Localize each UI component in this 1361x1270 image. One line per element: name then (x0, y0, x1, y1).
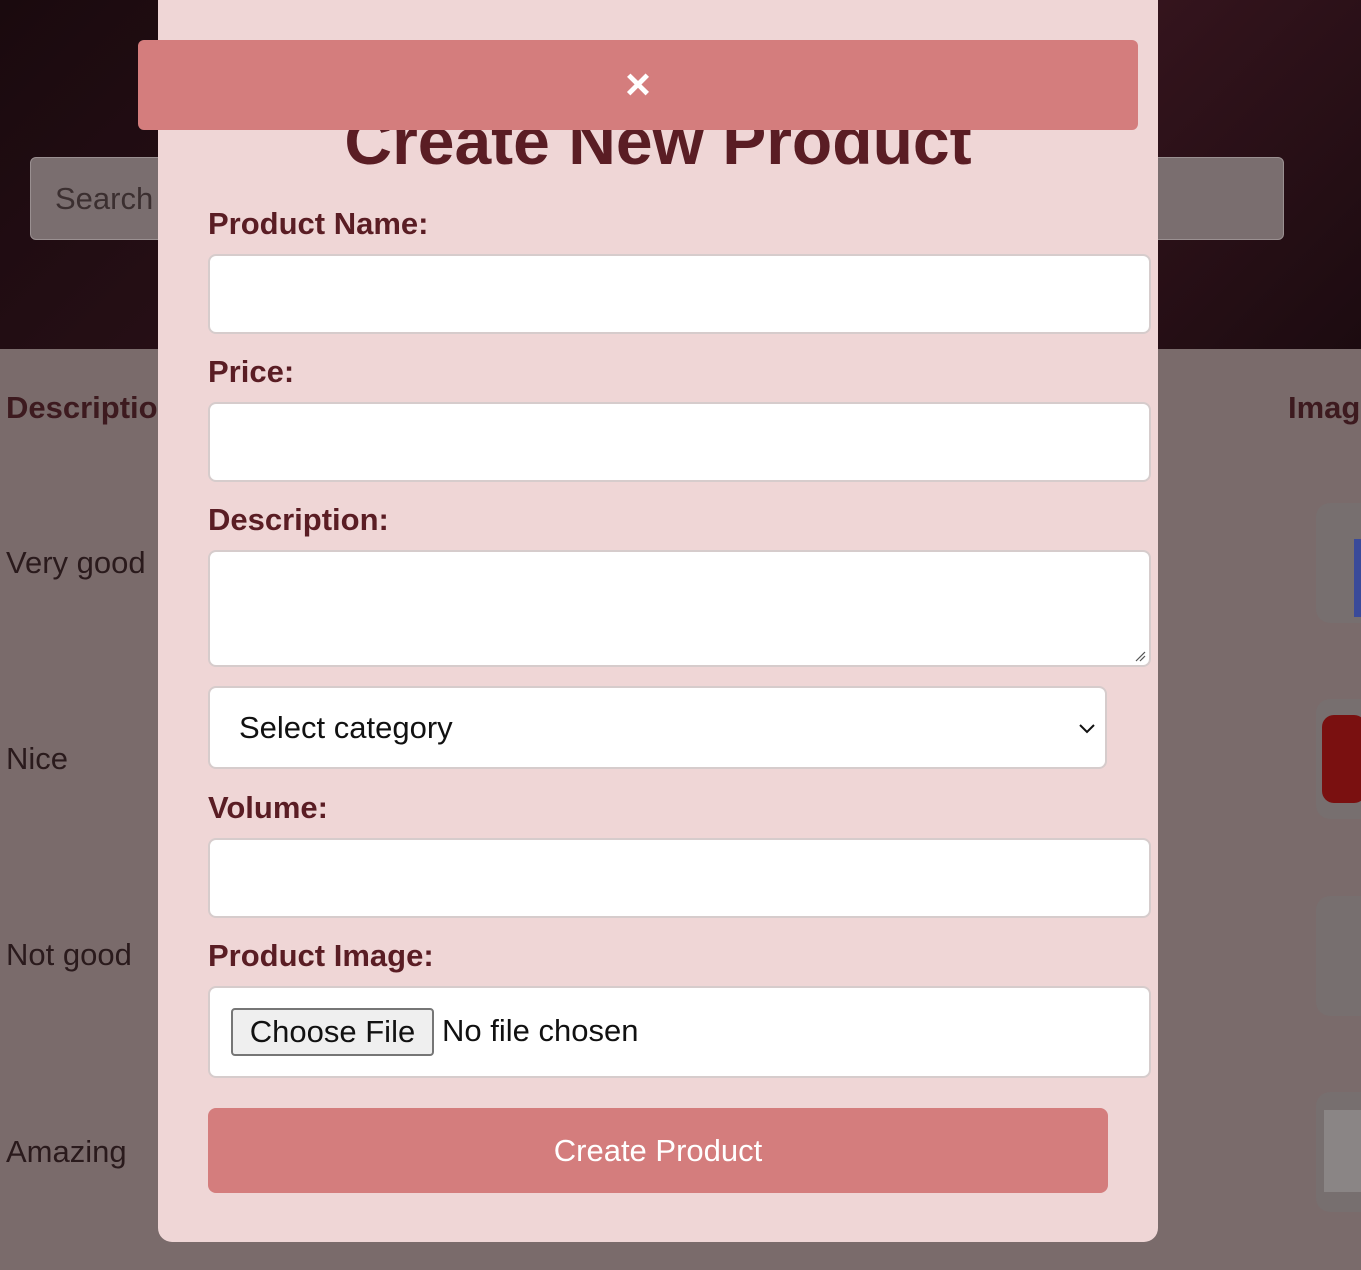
product-name-input[interactable] (208, 254, 1151, 334)
product-image-label: Product Image: (208, 938, 434, 973)
close-icon: × (625, 60, 651, 109)
description-textarea[interactable] (208, 550, 1151, 667)
search-placeholder: Search (55, 181, 154, 216)
volume-label: Volume: (208, 790, 328, 825)
category-select[interactable]: Select category (208, 686, 1107, 769)
product-thumbnail (1316, 503, 1361, 623)
product-thumbnail (1316, 1092, 1361, 1212)
table-row-description: Nice (6, 741, 69, 776)
description-label: Description: (208, 502, 389, 537)
column-header-description: Descriptio (6, 390, 158, 425)
table-row-description: Not good (6, 937, 132, 972)
close-button[interactable]: × (138, 40, 1138, 130)
file-status-text: No file chosen (442, 1013, 639, 1048)
table-row-description: Very good (6, 545, 146, 580)
resize-handle-icon[interactable] (1134, 650, 1146, 662)
table-row-description: Amazing (6, 1134, 127, 1169)
price-input[interactable] (208, 402, 1151, 482)
choose-file-button[interactable]: Choose File (231, 1008, 434, 1056)
product-image-file-input: Choose File No file chosen (208, 986, 1151, 1078)
price-label: Price: (208, 354, 295, 389)
product-thumbnail (1316, 699, 1361, 819)
create-product-button[interactable]: Create Product (208, 1108, 1108, 1193)
category-select-value: Select category (239, 710, 453, 745)
product-name-label: Product Name: (208, 206, 429, 241)
chevron-down-icon (1079, 724, 1095, 734)
column-header-image: Imag (1288, 390, 1361, 425)
volume-input[interactable] (208, 838, 1151, 918)
product-thumbnail (1316, 896, 1361, 1016)
